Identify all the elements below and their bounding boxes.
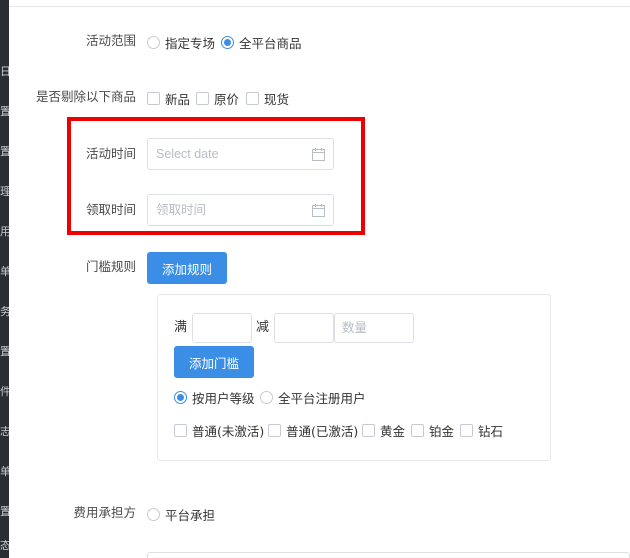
option-label: 普通(未激活) [192, 424, 265, 439]
option-label: 指定专场 [165, 36, 216, 51]
user-type-option-by-level[interactable]: 按用户等级 [174, 388, 255, 407]
checkbox-icon[interactable] [196, 92, 209, 105]
radio-icon[interactable] [147, 508, 160, 521]
level-option-normal-inactive[interactable]: 普通(未激活) [174, 421, 264, 440]
checkbox-icon[interactable] [460, 424, 473, 437]
radio-checked-icon[interactable] [174, 391, 187, 404]
level-option-diamond[interactable]: 钻石 [460, 421, 503, 440]
minus-label: 减 [256, 320, 270, 335]
checkbox-icon[interactable] [246, 92, 259, 105]
exclude-option-in-stock[interactable]: 现货 [246, 89, 289, 108]
radio-icon[interactable] [260, 391, 273, 404]
exclude-option-original-price[interactable]: 原价 [196, 89, 239, 108]
activity-time-label: 活动时间 [85, 146, 136, 161]
sidebar-ghost-char: 置 [0, 106, 9, 118]
calendar-icon[interactable] [312, 148, 325, 161]
option-label: 平台承担 [165, 508, 216, 523]
level-option-platinum[interactable]: 铂金 [411, 421, 454, 440]
sidebar-ghost-char: 日 [0, 66, 9, 78]
add-rule-button[interactable]: 添加规则 [147, 252, 227, 284]
level-option-normal-active[interactable]: 普通(已激活) [268, 421, 358, 440]
add-threshold-button[interactable]: 添加门槛 [174, 346, 254, 378]
option-label: 普通(已激活) [286, 424, 359, 439]
scope-label: 活动范围 [85, 33, 136, 48]
cost-option-platform[interactable]: 平台承担 [147, 505, 215, 524]
radio-icon[interactable] [147, 36, 160, 49]
checkbox-icon[interactable] [362, 424, 375, 437]
minus-amount-input[interactable] [274, 313, 334, 343]
claim-time-input[interactable] [156, 203, 306, 217]
sidebar-ghost-char: 态 [0, 540, 9, 552]
claim-time-picker[interactable] [147, 194, 334, 226]
option-label: 全平台注册用户 [278, 391, 366, 406]
sidebar-ghost-char: 理 [0, 186, 9, 198]
option-label: 铂金 [429, 424, 455, 439]
claim-time-label: 领取时间 [85, 202, 136, 217]
checkbox-icon[interactable] [268, 424, 281, 437]
option-label: 现货 [264, 92, 290, 107]
threshold-panel: 满 减 添加门槛 按用户等级 全平台注册用户 普通(未激活) 普通(已激活) 黄… [157, 294, 551, 461]
checkbox-icon[interactable] [147, 92, 160, 105]
option-label: 原价 [214, 92, 240, 107]
sidebar-ghost-char: 置 [0, 346, 9, 358]
scope-option-all-platform[interactable]: 全平台商品 [221, 33, 302, 52]
quantity-input[interactable] [334, 313, 414, 343]
exclude-option-new[interactable]: 新品 [147, 89, 190, 108]
checkbox-icon[interactable] [174, 424, 187, 437]
sidebar-ghost-char: 单 [0, 466, 9, 478]
activity-time-input[interactable] [156, 147, 306, 161]
option-label: 全平台商品 [239, 36, 302, 51]
exclude-label: 是否剔除以下商品 [35, 89, 136, 104]
threshold-label: 门槛规则 [85, 259, 136, 274]
activity-time-picker[interactable] [147, 138, 334, 170]
sidebar-ghost-char: 用 [0, 226, 9, 238]
radio-checked-icon[interactable] [221, 36, 234, 49]
full-amount-input[interactable] [192, 313, 252, 343]
sidebar-ghost-char: 志 [0, 426, 9, 438]
sidebar-ghost-char: 务 [0, 306, 9, 318]
sidebar-ghost-char: 件 [0, 386, 9, 398]
user-type-option-all-registered[interactable]: 全平台注册用户 [260, 388, 366, 407]
top-divider [9, 6, 630, 7]
option-label: 新品 [165, 92, 191, 107]
full-label: 满 [174, 320, 188, 335]
checkbox-icon[interactable] [411, 424, 424, 437]
sidebar-strip: 日 置 置 理 用 单 务 置 件 志 单 置 态 [0, 0, 9, 558]
cost-label: 费用承担方 [73, 505, 136, 520]
option-label: 钻石 [478, 424, 504, 439]
next-field-input[interactable] [147, 552, 630, 558]
option-label: 按用户等级 [192, 391, 255, 406]
option-label: 黄金 [380, 424, 406, 439]
level-option-gold[interactable]: 黄金 [362, 421, 405, 440]
scope-option-specified[interactable]: 指定专场 [147, 33, 215, 52]
calendar-icon[interactable] [312, 204, 325, 217]
